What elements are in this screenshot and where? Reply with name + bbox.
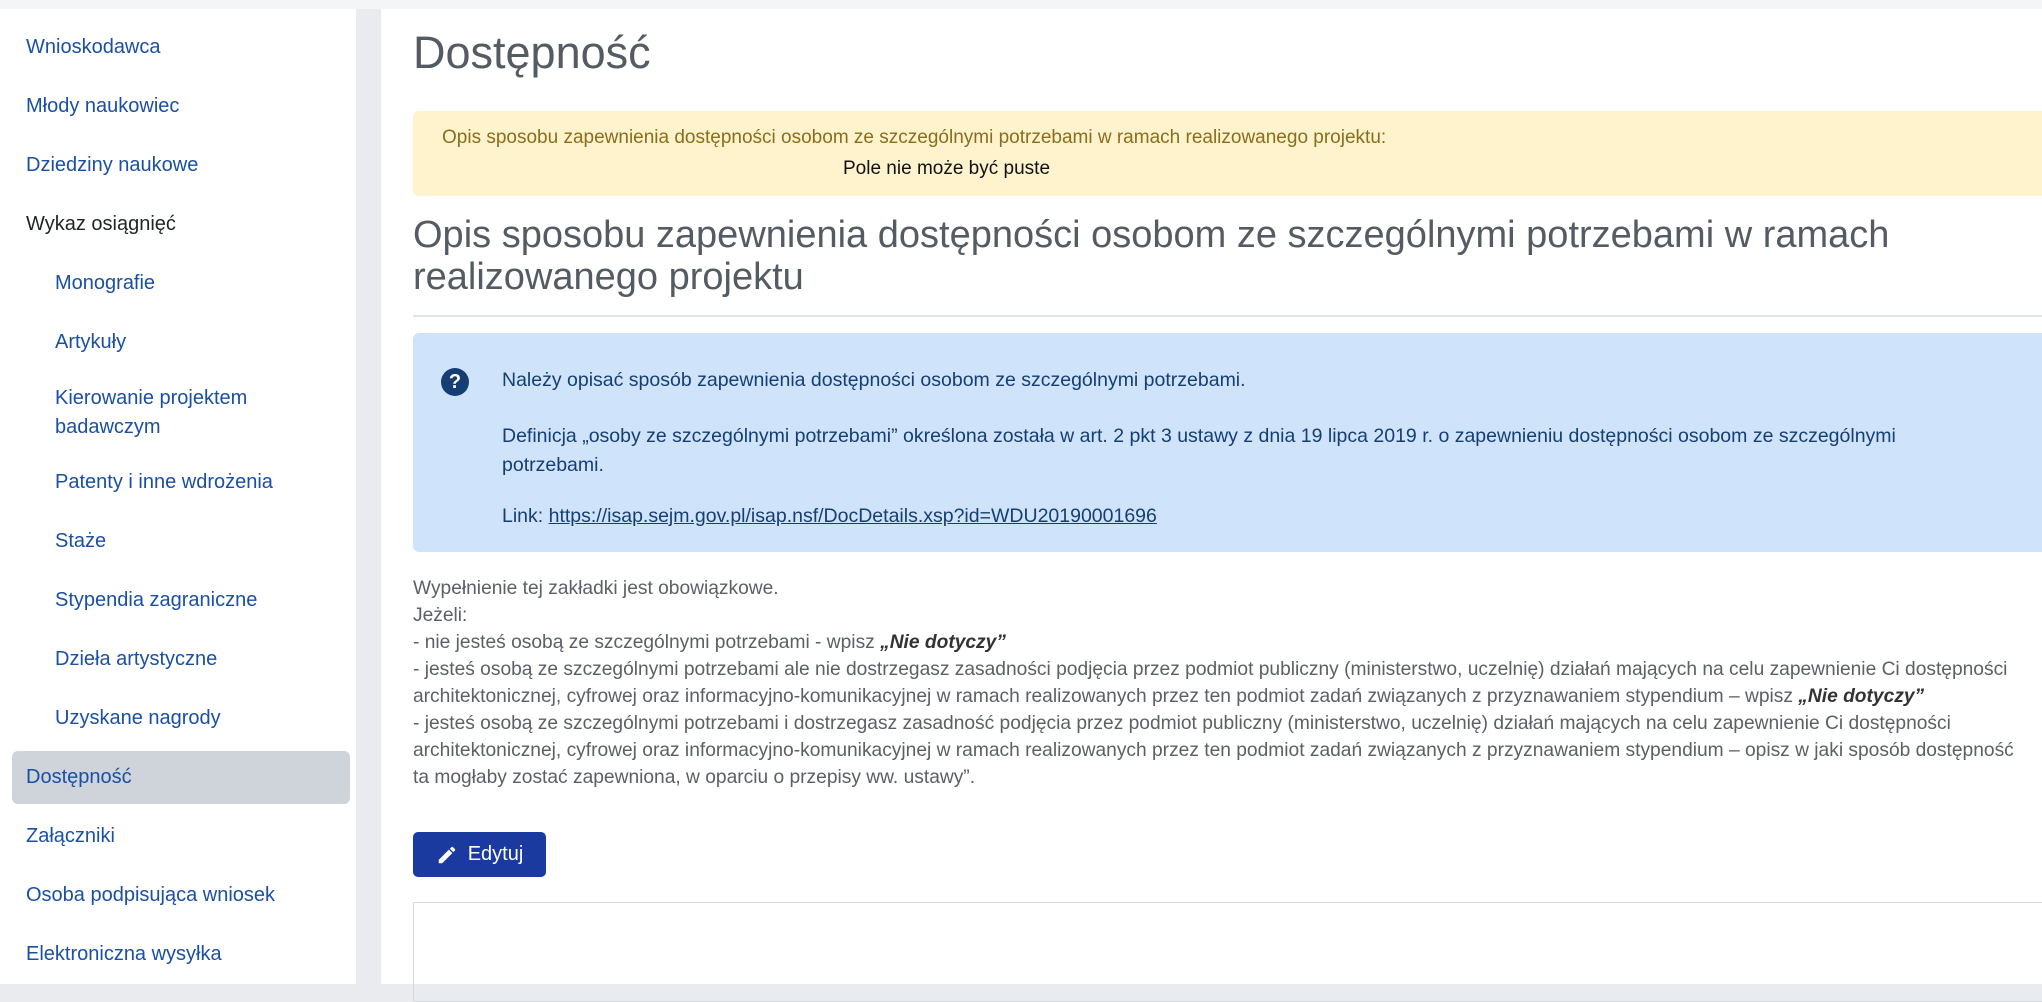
section-divider (413, 315, 2042, 317)
page-title: Dostępność (413, 27, 651, 78)
instructions-line-3-text: - nie jesteś osobą ze szczególnymi potrz… (413, 632, 881, 653)
instructions-line-4-text: - jesteś osobą ze szczególnymi potrzebam… (413, 659, 2008, 707)
info-paragraph-1: Należy opisać sposób zapewnienia dostępn… (502, 369, 1246, 391)
sidebar-item-zalaczniki[interactable]: Załączniki (12, 810, 350, 863)
instructions-text: Wypełnienie tej zakładki jest obowiązkow… (413, 575, 2033, 791)
question-circle-icon: ? (441, 368, 469, 396)
edit-button[interactable]: Edytuj (413, 832, 546, 877)
info-box: ? Należy opisać sposób zapewnienia dostę… (413, 333, 2042, 552)
sidebar-item-uzyskane-nagrody[interactable]: Uzyskane nagrody (12, 692, 350, 745)
instructions-line-4: - jesteś osobą ze szczególnymi potrzebam… (413, 656, 2033, 710)
info-link-line: Link: https://isap.sejm.gov.pl/isap.nsf/… (502, 505, 1157, 528)
instructions-line-3: - nie jesteś osobą ze szczególnymi potrz… (413, 629, 2033, 656)
section-title: Opis sposobu zapewnienia dostępności oso… (413, 214, 1890, 298)
sidebar-item-patenty[interactable]: Patenty i inne wdrożenia (12, 456, 350, 509)
sidebar-item-wnioskodawca[interactable]: Wnioskodawca (12, 21, 350, 74)
instructions-line-2: Jeżeli: (413, 605, 468, 626)
sidebar: Wnioskodawca Młody naukowiec Dziedziny n… (0, 9, 356, 984)
top-border (0, 0, 2042, 9)
instructions-line-1: Wypełnienie tej zakładki jest obowiązkow… (413, 578, 779, 599)
pencil-icon (438, 846, 455, 863)
sidebar-item-mlody-naukowiec[interactable]: Młody naukowiec (12, 80, 350, 133)
info-paragraph-2: Definicja „osoby ze szczególnymi potrzeb… (502, 425, 1896, 476)
instructions-line-5: - jesteś osobą ze szczególnymi potrzebam… (413, 713, 2014, 788)
info-link-prefix: Link: (502, 505, 549, 527)
sidebar-item-monografie[interactable]: Monografie (12, 257, 350, 310)
main-content: Dostępność Opis sposobu zapewnienia dost… (381, 9, 2042, 1002)
sidebar-item-elektroniczna-wysylka[interactable]: Elektroniczna wysyłka (12, 928, 350, 981)
sidebar-item-stypendia-zagraniczne[interactable]: Stypendia zagraniczne (12, 574, 350, 627)
sidebar-item-kierowanie-projektem[interactable]: Kierowanie projektem badawczym (12, 380, 350, 446)
nie-dotyczy-emphasis: „Nie dotyczy” (1798, 686, 1925, 707)
sidebar-item-wykaz-osiagniec[interactable]: Wykaz osiągnięć (12, 198, 350, 251)
edit-button-label: Edytuj (467, 843, 524, 865)
sidebar-item-dziedziny-naukowe[interactable]: Dziedziny naukowe (12, 139, 350, 192)
validation-warning-alert: Opis sposobu zapewnienia dostępności oso… (413, 111, 2042, 196)
nie-dotyczy-emphasis: „Nie dotyczy” (880, 632, 1006, 653)
sidebar-item-artykuly[interactable]: Artykuły (12, 316, 350, 369)
sidebar-item-dziela-artystyczne[interactable]: Dzieła artystyczne (12, 633, 350, 686)
description-content-panel (413, 902, 2042, 1002)
warning-message: Pole nie może być puste (843, 158, 1051, 179)
legislation-link[interactable]: https://isap.sejm.gov.pl/isap.nsf/DocDet… (549, 505, 1157, 527)
sidebar-item-osoba-podpisujaca[interactable]: Osoba podpisująca wniosek (12, 869, 350, 922)
warning-field-name: Opis sposobu zapewnienia dostępności oso… (442, 127, 1387, 148)
sidebar-item-staze[interactable]: Staże (12, 515, 350, 568)
sidebar-item-dostepnosc[interactable]: Dostępność (12, 751, 350, 804)
